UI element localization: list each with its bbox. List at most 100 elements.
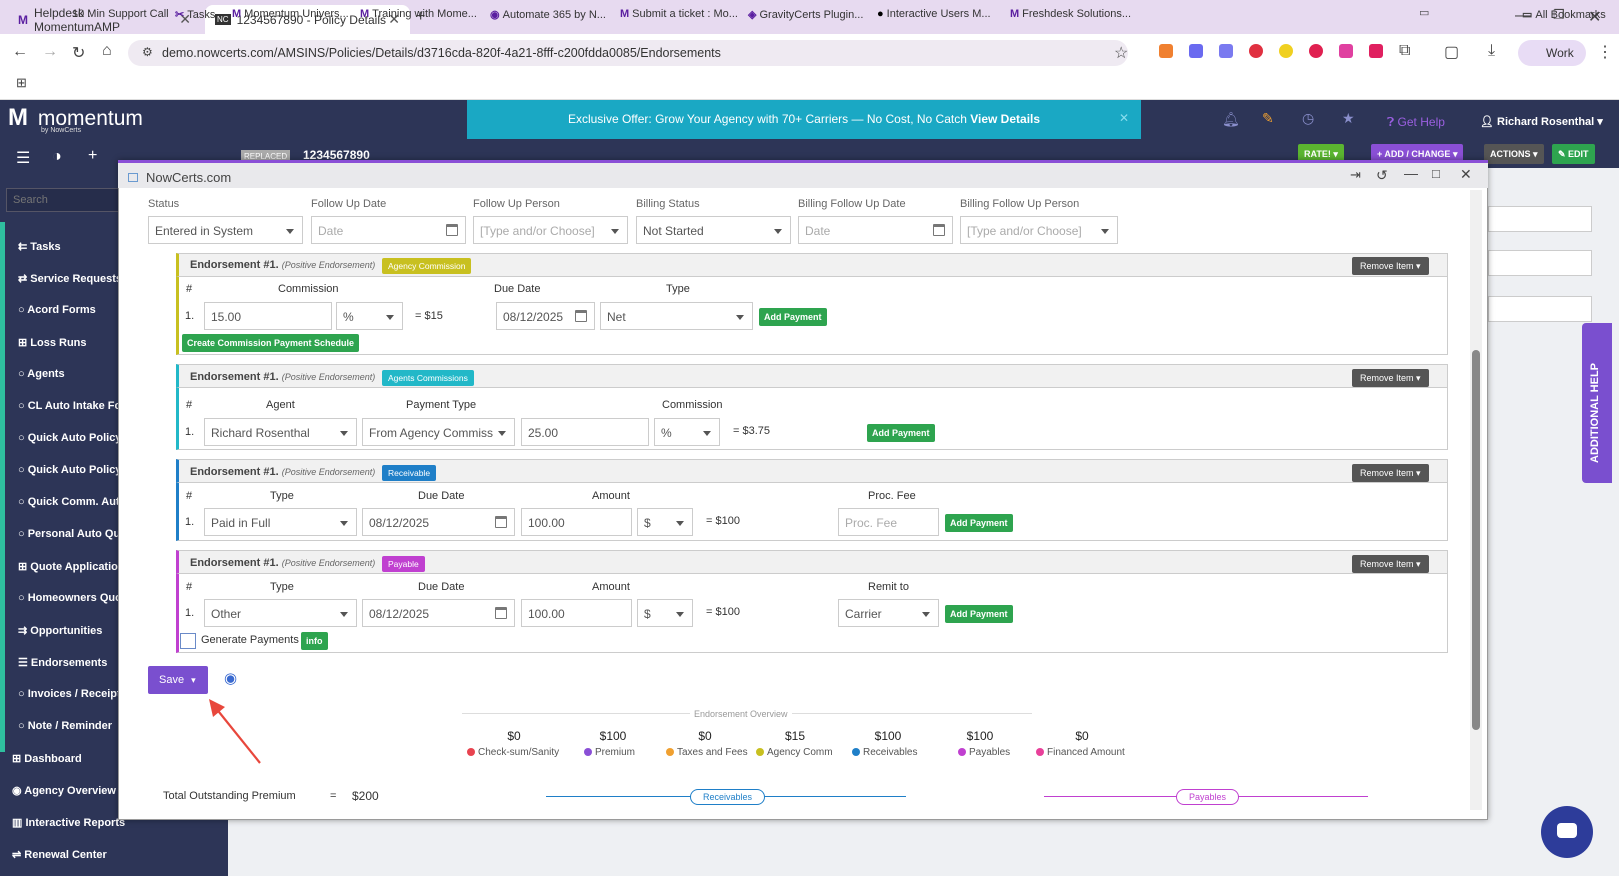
close-modal-icon[interactable]: ✕ bbox=[1460, 166, 1472, 183]
payable-amount-input[interactable]: 100.00 bbox=[521, 599, 632, 627]
calendar-icon[interactable] bbox=[575, 310, 587, 322]
sidebar-item-note-reminder[interactable]: ○ Note / Reminder bbox=[18, 720, 112, 732]
add-payment-button[interactable]: Add Payment bbox=[945, 514, 1013, 532]
remit-to-select[interactable]: Carrier bbox=[838, 599, 939, 627]
sidebar-item-cl-auto-intake[interactable]: ○ CL Auto Intake Fo bbox=[18, 400, 121, 412]
save-button[interactable]: Save ▾ bbox=[148, 666, 208, 694]
add-payment-button[interactable]: Add Payment bbox=[945, 605, 1013, 623]
minimize-icon[interactable]: — bbox=[1404, 165, 1418, 181]
promo-link[interactable]: View Details bbox=[970, 112, 1040, 126]
extension-icon[interactable] bbox=[1189, 44, 1203, 58]
payables-pill[interactable]: Payables bbox=[1176, 789, 1240, 805]
apps-grid-icon[interactable]: ⊞ bbox=[16, 75, 27, 91]
remove-item-button[interactable]: Remove Item ▾ bbox=[1352, 369, 1429, 387]
agent-commission-unit-select[interactable]: % bbox=[654, 418, 720, 446]
url-bar[interactable]: demo.nowcerts.com/AMSINS/Policies/Detail… bbox=[128, 40, 1128, 66]
add-icon[interactable]: + bbox=[88, 147, 97, 165]
add-payment-button[interactable]: Add Payment bbox=[867, 424, 935, 442]
billing-follow-up-person-select[interactable]: [Type and/or Choose] bbox=[960, 216, 1118, 244]
actions-button[interactable]: ACTIONS ▾ bbox=[1484, 144, 1544, 164]
site-info-icon[interactable]: ⚙ bbox=[142, 45, 153, 59]
tab-search-icon[interactable]: ▭ bbox=[1419, 6, 1429, 19]
sidebar-item-interactive-reports[interactable]: ▥ Interactive Reports bbox=[12, 816, 125, 829]
extension-icon[interactable] bbox=[1159, 44, 1173, 58]
pin-icon[interactable]: ⇥ bbox=[1350, 167, 1361, 183]
generate-payments-checkbox[interactable] bbox=[180, 633, 196, 649]
follow-up-person-select[interactable]: [Type and/or Choose] bbox=[473, 216, 628, 244]
remove-item-button[interactable]: Remove Item ▾ bbox=[1352, 257, 1429, 275]
sidebar-item-service-requests[interactable]: ⇄ Service Requests bbox=[18, 272, 122, 285]
commission-input[interactable]: 15.00 bbox=[204, 302, 332, 330]
menu-icon[interactable]: ☰ bbox=[16, 148, 30, 168]
sidebar-item-agents[interactable]: ○ Agents bbox=[18, 368, 65, 380]
eye-icon[interactable]: ◉ bbox=[224, 669, 237, 687]
sidebar-item-quick-auto-1[interactable]: ○ Quick Auto Policy bbox=[18, 432, 121, 444]
sidebar-item-invoices[interactable]: ○ Invoices / Receipt bbox=[18, 688, 121, 700]
payable-currency-select[interactable]: $ bbox=[637, 599, 693, 627]
bookmark-item[interactable]: ✂ Tasks bbox=[175, 8, 215, 21]
sidebar-item-opportunities[interactable]: ⇉ Opportunities bbox=[18, 624, 102, 637]
refresh-icon[interactable]: ↺ bbox=[1376, 167, 1388, 184]
follow-up-date-input[interactable]: Date bbox=[311, 216, 466, 244]
bookmark-item[interactable]: M Freshdesk Solutions... bbox=[1010, 8, 1131, 20]
download-icon[interactable]: ⤓ bbox=[1488, 42, 1495, 60]
add-payment-button[interactable]: Add Payment bbox=[759, 308, 827, 326]
payable-type-select[interactable]: Other bbox=[204, 599, 357, 627]
scrollbar-thumb[interactable] bbox=[1472, 350, 1480, 730]
wand-icon[interactable]: ✎ bbox=[1262, 110, 1274, 127]
receivable-due-date-input[interactable]: 08/12/2025 bbox=[362, 508, 515, 536]
forward-icon[interactable]: → bbox=[42, 43, 58, 61]
calendar-icon[interactable] bbox=[933, 224, 945, 236]
receivable-amount-input[interactable]: 100.00 bbox=[521, 508, 632, 536]
edit-button[interactable]: ✎ EDIT bbox=[1552, 144, 1595, 164]
agent-commission-input[interactable]: 25.00 bbox=[521, 418, 649, 446]
receivable-currency-select[interactable]: $ bbox=[637, 508, 693, 536]
additional-help-tab[interactable]: ADDITIONAL HELP bbox=[1582, 323, 1612, 483]
receivables-pill[interactable]: Receivables bbox=[690, 789, 766, 805]
proc-fee-input[interactable]: Proc. Fee bbox=[838, 508, 939, 536]
status-select[interactable]: Entered in System bbox=[148, 216, 303, 244]
receivable-type-select[interactable]: Paid in Full bbox=[204, 508, 357, 536]
due-date-input[interactable]: 08/12/2025 bbox=[496, 302, 595, 330]
payable-due-date-input[interactable]: 08/12/2025 bbox=[362, 599, 515, 627]
sidebar-item-acord-forms[interactable]: ○ Acord Forms bbox=[18, 304, 96, 316]
agent-select[interactable]: Richard Rosenthal bbox=[204, 418, 357, 446]
palette-icon[interactable]: ◑ bbox=[52, 148, 62, 166]
extension-icon[interactable] bbox=[1219, 44, 1233, 58]
calendar-icon[interactable] bbox=[495, 516, 507, 528]
get-help-link[interactable]: ❓︎ Get Help bbox=[1387, 115, 1445, 130]
home-icon[interactable]: ⌂ bbox=[102, 42, 112, 60]
extension-icon[interactable] bbox=[1369, 44, 1383, 58]
sidebar-item-renewal-center[interactable]: ⇌ Renewal Center bbox=[12, 848, 107, 861]
sidebar-item-agency-overview[interactable]: ◉ Agency Overview bbox=[12, 784, 116, 797]
extension-icon[interactable] bbox=[1309, 44, 1323, 58]
bookmark-item[interactable]: M Training with Mome... bbox=[360, 8, 477, 20]
remove-item-button[interactable]: Remove Item ▾ bbox=[1352, 555, 1429, 573]
profile-button[interactable]: Work bbox=[1518, 40, 1586, 66]
extension-icon[interactable] bbox=[1249, 44, 1263, 58]
extensions-puzzle-icon[interactable]: ⧉ bbox=[1399, 42, 1410, 60]
all-bookmarks[interactable]: ▭ All Bookmarks bbox=[1522, 8, 1606, 21]
momentum-logo[interactable]: M momentum by NowCerts bbox=[8, 104, 143, 134]
sidebar-item-homeowners[interactable]: ○ Homeowners Quc bbox=[18, 592, 121, 604]
calendar-icon[interactable] bbox=[495, 607, 507, 619]
bookmark-star-icon[interactable]: ☆ bbox=[1114, 43, 1128, 63]
close-icon[interactable]: ✕ bbox=[1119, 111, 1129, 125]
info-button[interactable]: info bbox=[301, 632, 328, 650]
sidebar-item-quick-comm[interactable]: ○ Quick Comm. Aut bbox=[18, 496, 120, 508]
reload-icon[interactable]: ↻ bbox=[72, 43, 85, 63]
promo-banner[interactable]: Exclusive Offer: Grow Your Agency with 7… bbox=[467, 100, 1141, 139]
sidebar-item-quick-auto-2[interactable]: ○ Quick Auto Policy bbox=[18, 464, 121, 476]
back-icon[interactable]: ← bbox=[12, 43, 28, 61]
sidebar-item-dashboard[interactable]: ⊞ Dashboard bbox=[12, 752, 82, 765]
remove-item-button[interactable]: Remove Item ▾ bbox=[1352, 464, 1429, 482]
history-icon[interactable]: ◷ bbox=[1302, 110, 1314, 127]
sidebar-item-loss-runs[interactable]: ⊞ Loss Runs bbox=[18, 336, 87, 349]
billing-follow-up-date-input[interactable]: Date bbox=[798, 216, 953, 244]
bookmark-item[interactable]: ◈ GravityCerts Plugin... bbox=[748, 8, 863, 21]
payment-type-select[interactable]: From Agency Commiss bbox=[362, 418, 515, 446]
billing-status-select[interactable]: Not Started bbox=[636, 216, 791, 244]
browser-menu-icon[interactable]: ⋮ bbox=[1597, 42, 1613, 62]
bookmark-item[interactable]: M Submit a ticket : Mo... bbox=[620, 8, 738, 20]
chat-widget-button[interactable] bbox=[1541, 806, 1593, 858]
